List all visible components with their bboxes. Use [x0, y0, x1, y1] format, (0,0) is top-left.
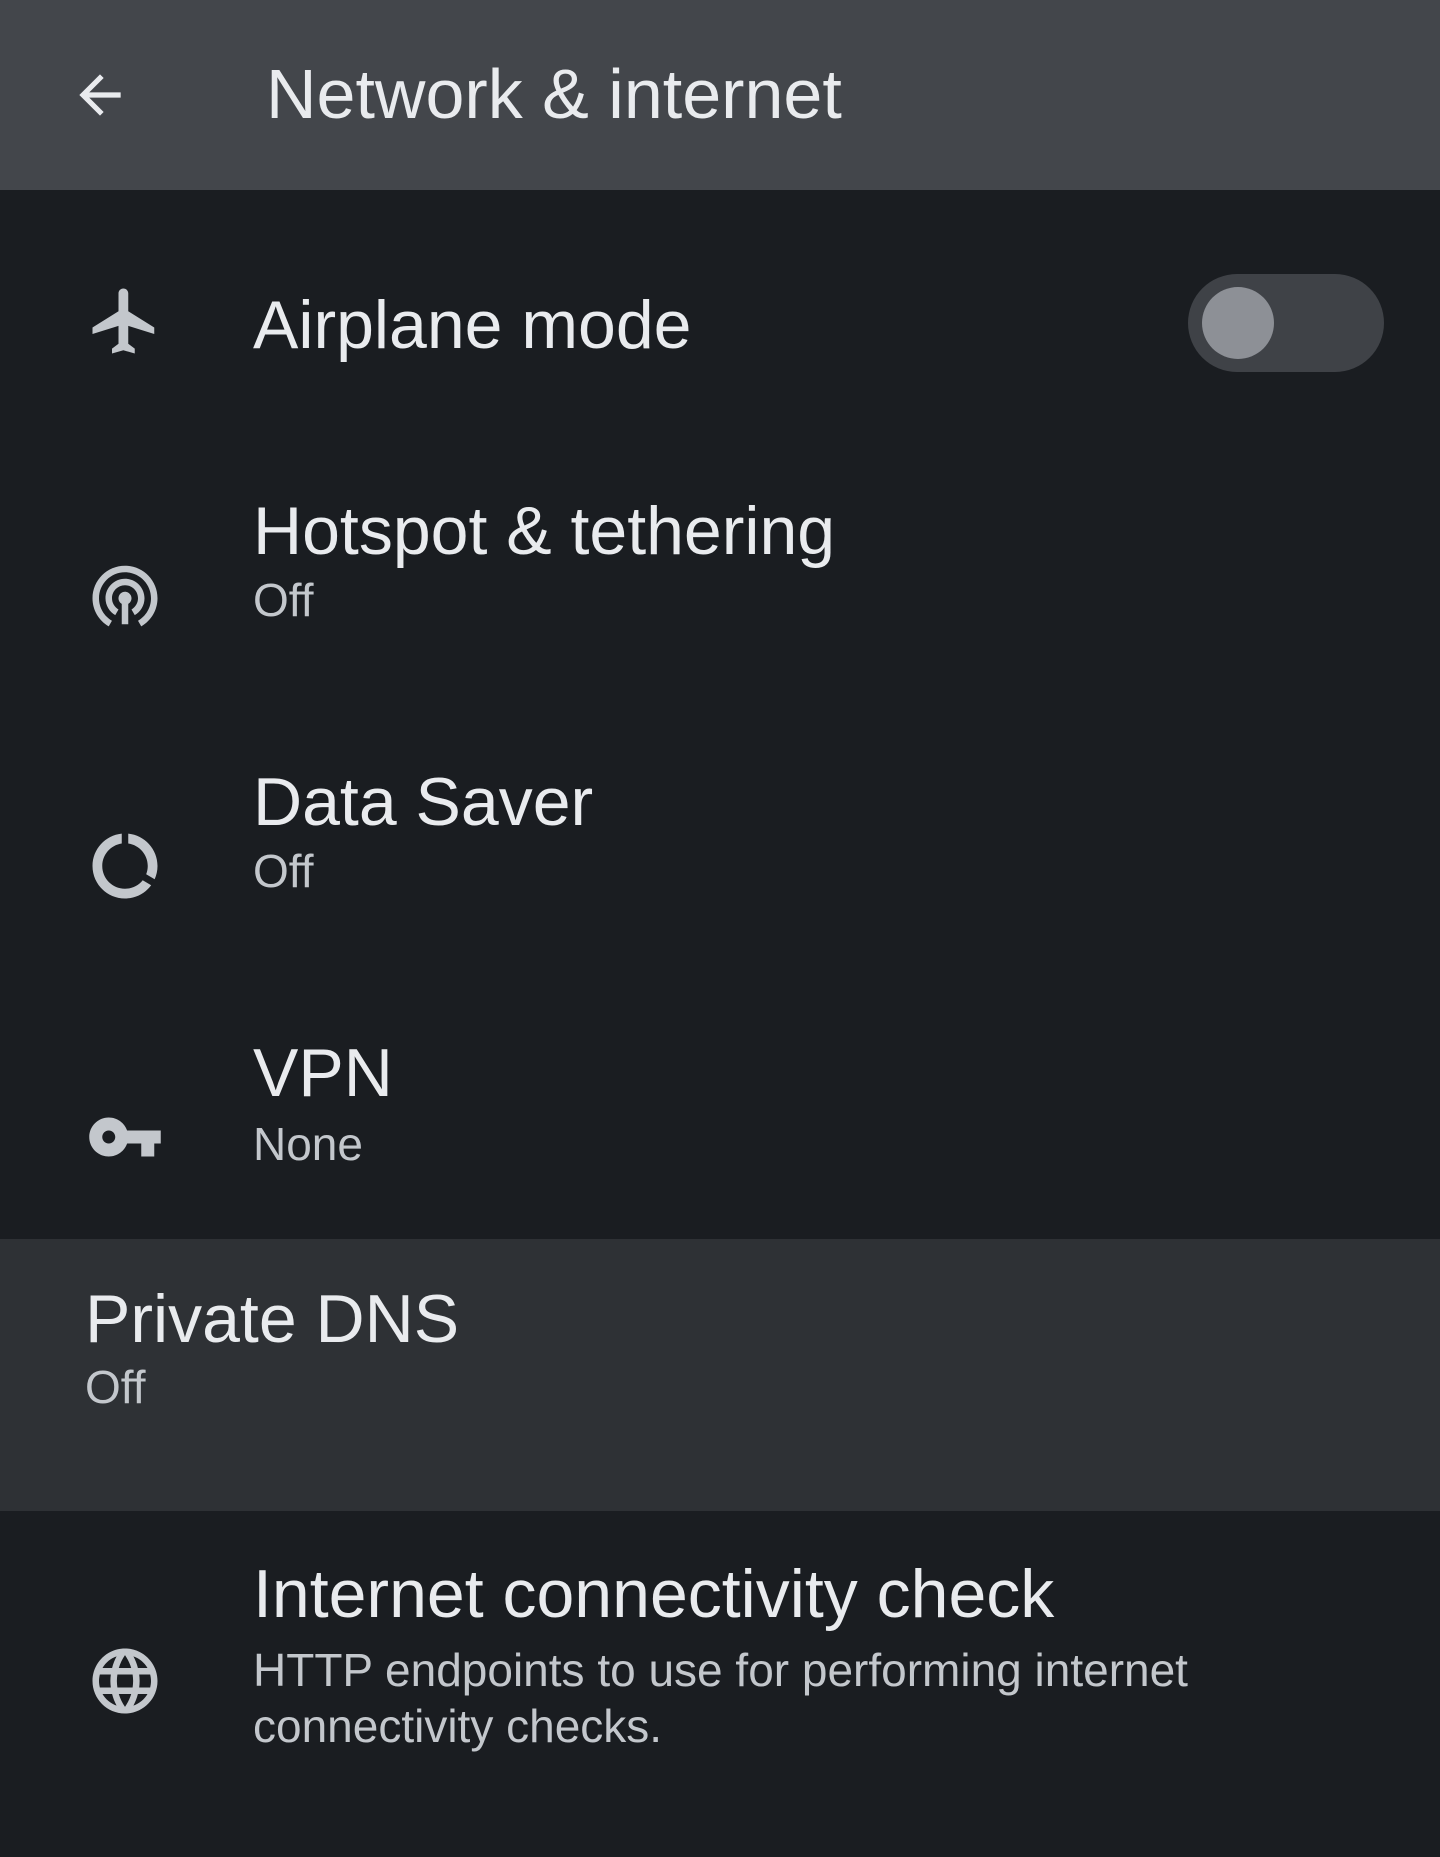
- arrow-back-icon: [79, 74, 121, 116]
- item-title: Airplane mode: [253, 287, 692, 363]
- item-title: Hotspot & tethering: [253, 493, 836, 569]
- airplane-icon: [86, 282, 164, 360]
- list-item-airplane-mode[interactable]: Airplane mode: [0, 190, 1440, 455]
- data-saver-icon: [86, 827, 164, 905]
- toggle-thumb: [1202, 287, 1274, 359]
- item-title: Internet connectivity check: [253, 1556, 1055, 1632]
- item-summary: Off: [253, 574, 314, 626]
- item-summary: None: [253, 1118, 363, 1170]
- item-summary: Off: [85, 1361, 146, 1413]
- hotspot-icon: [86, 556, 164, 634]
- item-summary: HTTP endpoints to use for performing int…: [253, 1644, 1188, 1752]
- globe-icon: [86, 1642, 164, 1720]
- page-title: Network & internet: [266, 55, 842, 133]
- item-title: Private DNS: [85, 1281, 460, 1357]
- back-button[interactable]: [50, 45, 150, 145]
- item-title: Data Saver: [253, 764, 594, 840]
- app-bar: Network & internet: [0, 0, 1440, 190]
- vpn-key-icon: [86, 1098, 164, 1176]
- item-title: VPN: [253, 1035, 393, 1111]
- item-summary: Off: [253, 845, 314, 897]
- list-item-internet-connectivity-check[interactable]: Internet connectivity check HTTP endpoin…: [0, 1511, 1440, 1857]
- list-item-private-dns[interactable]: Private DNS Off: [0, 1239, 1440, 1511]
- list-item-data-saver[interactable]: Data Saver Off: [0, 725, 1440, 997]
- airplane-mode-toggle[interactable]: [1188, 274, 1384, 372]
- list-item-hotspot-tethering[interactable]: Hotspot & tethering Off: [0, 455, 1440, 725]
